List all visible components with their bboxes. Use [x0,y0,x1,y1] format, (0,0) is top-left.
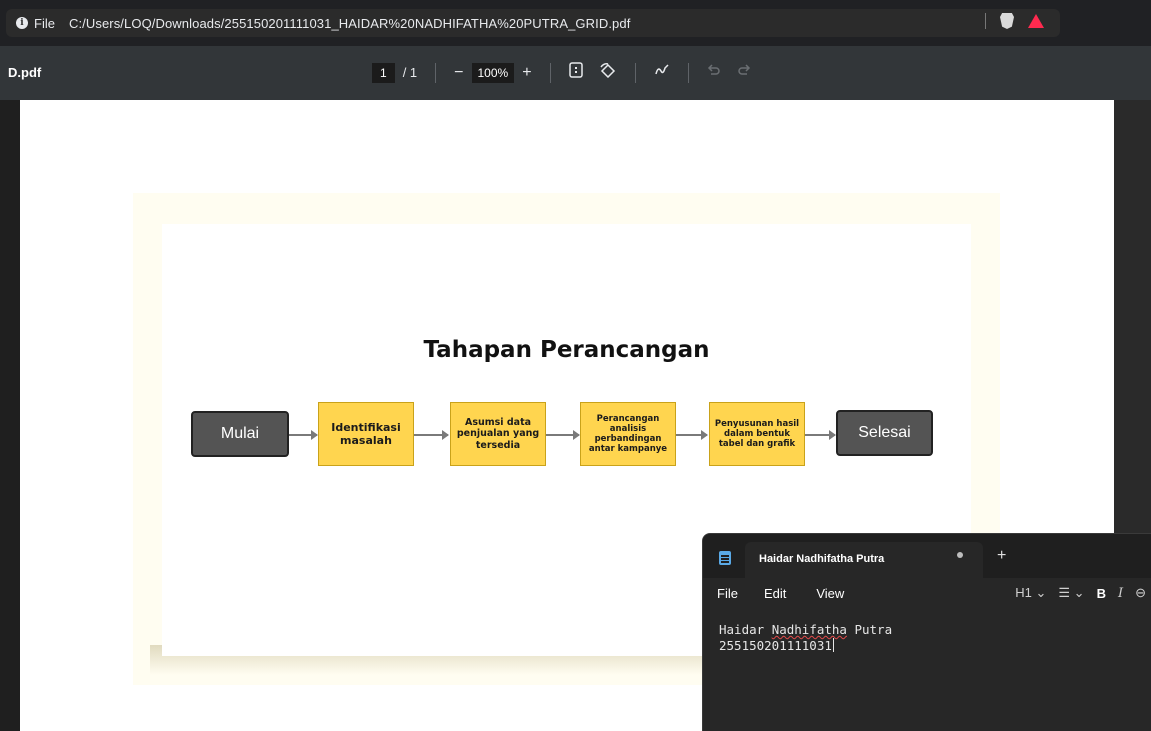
flow-step-3: Perancangan analisis perbandingan antar … [580,402,676,466]
unsaved-dot-icon[interactable] [957,552,963,558]
flow-arrow [805,430,836,440]
notepad-menu-bar: File Edit View H1 ⌄ ☰ ⌄ B I ⊖ [703,578,1151,608]
divider [634,62,636,83]
page-count: / 1 [402,65,418,80]
divider [549,62,551,83]
italic-button[interactable]: I [1118,586,1123,601]
flow-arrow [289,430,318,440]
address-file-label: File [34,15,55,31]
flow-end: Selesai [836,410,933,456]
notepad-tab-title: Haidar Nadhifatha Putra [759,553,885,565]
text-word: Haidar [719,622,772,637]
notepad-tab-bar: Haidar Nadhifatha Putra + [703,534,1151,578]
undo-icon[interactable] [707,63,721,82]
menu-view[interactable]: View [816,586,844,601]
flow-step-4: Penyusunan hasil dalam bentuk tabel dan … [709,402,805,466]
flow-arrow [676,430,708,440]
flow-arrow [414,430,449,440]
text-line-1: Haidar Nadhifatha Putra [719,622,892,638]
rotate-icon[interactable] [599,62,617,83]
brave-rewards-icon[interactable] [1028,14,1044,28]
text-id: 255150201111031 [719,638,832,653]
slide-title: Tahapan Perancangan [423,337,710,363]
text-line-2: 255150201111031 [719,638,892,654]
text-caret [832,638,834,652]
divider [435,62,437,83]
heading-dropdown[interactable]: H1 ⌄ [1015,585,1046,601]
pdf-toolbar: D.pdf 1 / 1 − 100% + [0,46,1151,100]
brave-shield-icon[interactable] [1000,13,1014,29]
fit-page-icon[interactable] [568,62,583,83]
text-word: Putra [846,622,893,637]
flow-step-2: Asumsi data penjualan yang tersedia [450,402,546,466]
new-tab-button[interactable]: + [997,547,1006,565]
link-icon[interactable]: ⊖ [1135,585,1146,601]
zoom-level-input[interactable]: 100% [471,62,515,83]
address-right-icons [985,13,1044,29]
pdf-controls: 1 / 1 − 100% + [372,62,759,83]
browser-top-bar: i File C:/Users/LOQ/Downloads/2551502011… [0,0,1151,46]
zoom-in-button[interactable]: + [522,64,531,82]
format-toolbar: H1 ⌄ ☰ ⌄ B I ⊖ [1015,578,1151,608]
list-dropdown[interactable]: ☰ ⌄ [1058,585,1084,601]
notepad-text-area[interactable]: Haidar Nadhifatha Putra 255150201111031 [719,622,892,654]
menu-edit[interactable]: Edit [764,586,786,601]
flow-arrow [546,430,580,440]
menu-file[interactable]: File [717,586,738,601]
divider [687,62,689,83]
misspelled-word[interactable]: Nadhifatha [772,622,847,637]
zoom-out-button[interactable]: − [454,64,463,82]
bold-button[interactable]: B [1097,586,1106,601]
address-url[interactable]: C:/Users/LOQ/Downloads/255150201111031_H… [69,16,630,31]
info-icon[interactable]: i [16,17,28,29]
notepad-window: Haidar Nadhifatha Putra + File Edit View… [702,533,1151,731]
flow-step-1: Identifikasi masalah [318,402,414,466]
address-bar[interactable]: i File C:/Users/LOQ/Downloads/2551502011… [6,9,1060,37]
viewer-left-margin [0,100,20,731]
annotate-icon[interactable] [654,62,670,83]
pdf-filename: D.pdf [8,65,42,80]
page-number-input[interactable]: 1 [372,62,395,83]
flow-start: Mulai [191,411,289,457]
redo-icon[interactable] [737,63,751,82]
notepad-app-icon [719,551,731,565]
divider [985,13,986,29]
